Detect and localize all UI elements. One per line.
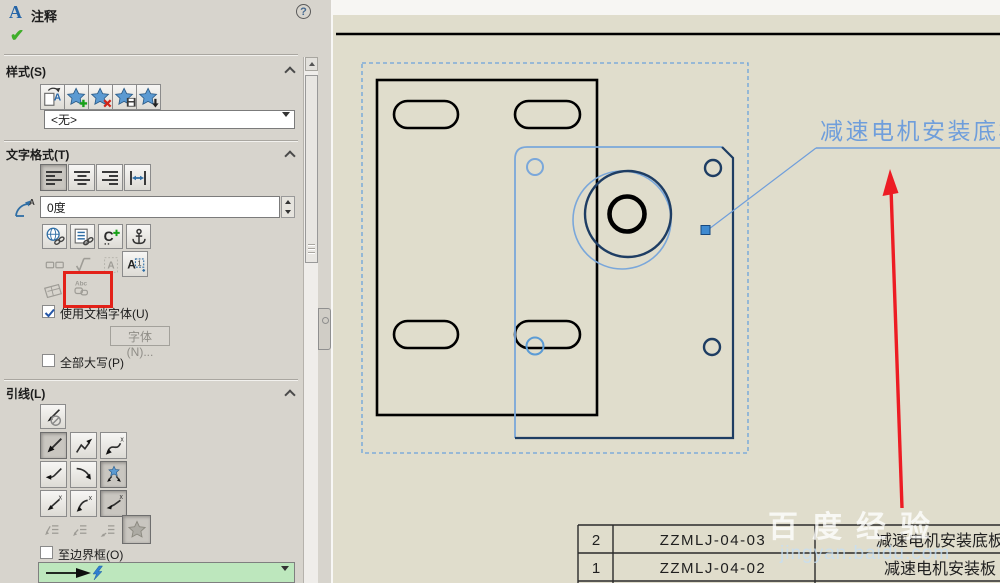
bom-row2-code: ZZMLJ-04-03: [660, 532, 767, 549]
plate-black-outline[interactable]: [377, 80, 597, 415]
drawing-canvas[interactable]: 减速电机安装底板 2 ZZMLJ-04-03 减速电机安装底板 1 ZZMLJ-…: [0, 0, 1000, 583]
slot-top-left: [394, 101, 458, 128]
bom-row2-no: 2: [592, 532, 600, 549]
note-leader[interactable]: [701, 148, 1000, 235]
watermark-url: jingyan.baidu.com: [779, 543, 950, 564]
hole-top-left: [527, 159, 543, 175]
leader-attach-handle[interactable]: [701, 226, 710, 235]
note-annotation-text[interactable]: 减速电机安装底板: [820, 118, 1000, 144]
slot-top-right: [515, 101, 580, 128]
boss-circle-light: [573, 171, 671, 269]
red-pointer-arrow: [883, 169, 903, 508]
slot-bottom-right: [515, 321, 580, 348]
hole-top-right: [705, 160, 721, 176]
watermark: 百度经验 jingyan.baidu.com: [768, 510, 950, 564]
bom-row1-code: ZZMLJ-04-02: [660, 560, 767, 577]
solidworks-note-propertymanager: A 注释 ? ✔ 样式(S) A: [0, 0, 1000, 583]
watermark-logo: 百度经验: [768, 510, 944, 544]
plate-blue-overlay[interactable]: [515, 147, 733, 438]
center-hole: [610, 197, 645, 232]
hole-bottom-left: [527, 338, 544, 355]
slot-bottom-left: [394, 321, 458, 348]
selection-dashed-box: [362, 63, 748, 453]
hole-bottom-right: [704, 339, 720, 355]
bom-row1-no: 1: [592, 560, 600, 577]
